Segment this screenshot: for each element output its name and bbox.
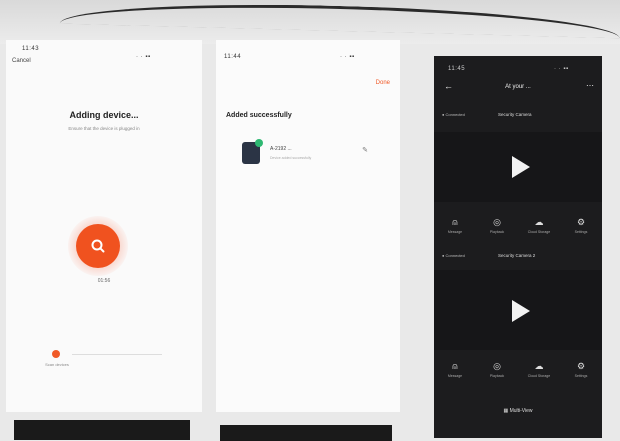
tool-label: Playback <box>489 230 505 234</box>
bottom-bezel <box>14 420 190 440</box>
tool-cloud[interactable]: ☁ Cloud Storage <box>524 216 554 246</box>
edit-icon[interactable]: ✎ <box>362 146 368 154</box>
device-card[interactable]: A-2192 ... Device added successfully ✎ <box>242 139 372 168</box>
status-icons: · · ▪▪ <box>136 54 151 60</box>
progress-track <box>72 354 162 355</box>
camera-status: ● Connected <box>442 112 465 117</box>
step-indicator <box>52 350 60 358</box>
status-icons: · · ▪▪ <box>554 66 569 72</box>
camera-toolbar: ⍝ Message ◎ Playback ☁ Cloud Storage ⚙ Setti… <box>434 360 602 390</box>
step-label: Scan devices <box>45 362 69 367</box>
tool-playback[interactable]: ◎ Playback <box>482 216 512 246</box>
tool-label: Message <box>447 374 463 378</box>
timer: 01:56 <box>97 278 111 284</box>
check-icon <box>255 139 263 147</box>
status-time: 11:43 <box>22 46 40 52</box>
tool-label: Cloud Storage <box>527 374 551 378</box>
cancel-button[interactable]: Cancel <box>12 58 31 64</box>
status-icons: · · ▪▪ <box>340 54 355 60</box>
status-time: 11:44 <box>224 54 242 60</box>
play-icon[interactable] <box>512 156 530 178</box>
tool-settings[interactable]: ⚙ Settings <box>566 216 596 246</box>
camera-feed[interactable] <box>434 132 602 202</box>
tool-label: Settings <box>574 374 588 378</box>
tool-label: Cloud Storage <box>527 230 551 234</box>
gear-icon: ⚙ <box>576 361 586 371</box>
camera-feed[interactable] <box>434 270 602 350</box>
camera-status: ● Connected <box>442 253 465 258</box>
camera-toolbar: ⍝ Message ◎ Playback ☁ Cloud Storage ⚙ Setti… <box>434 216 602 246</box>
bell-icon: ⍝ <box>452 217 458 227</box>
camera-name: Security Camera 2 <box>498 253 536 258</box>
camera-name: Security Camera <box>498 112 532 117</box>
tool-label: Message <box>447 230 463 234</box>
tool-label: Settings <box>574 230 588 234</box>
multi-view-label: Multi-View <box>509 408 533 414</box>
tool-cloud[interactable]: ☁ Cloud Storage <box>524 360 554 390</box>
playback-icon: ◎ <box>493 361 501 371</box>
cloud-icon: ☁ <box>534 217 544 227</box>
play-icon[interactable] <box>512 300 530 322</box>
bottom-bezel <box>220 425 392 441</box>
status-time: 11:45 <box>448 66 466 72</box>
camera-list-screen: 11:45 · · ▪▪ ← At your ... ⋯ ● Connected… <box>434 56 602 438</box>
multi-view-button[interactable]: ▦ Multi-View <box>434 408 602 414</box>
search-icon <box>91 239 105 253</box>
more-icon[interactable]: ⋯ <box>586 81 594 90</box>
page-title: Adding device... <box>69 110 139 120</box>
grid-icon: ▦ <box>503 408 509 414</box>
cloud-icon: ☁ <box>534 361 544 371</box>
bell-icon: ⍝ <box>452 361 458 371</box>
done-button[interactable]: Done <box>376 80 390 86</box>
tool-message[interactable]: ⍝ Message <box>440 360 470 390</box>
tool-playback[interactable]: ◎ Playback <box>482 360 512 390</box>
playback-icon: ◎ <box>493 217 501 227</box>
page-title: At your ... <box>505 84 531 90</box>
device-name: A-2192 ... <box>270 146 292 152</box>
tool-label: Playback <box>489 374 505 378</box>
adding-device-screen: 11:43 · · ▪▪ Cancel Adding device... Ens… <box>6 40 202 412</box>
gear-icon: ⚙ <box>576 217 586 227</box>
page-subtitle: Ensure that the device is plugged in <box>68 126 140 131</box>
added-success-screen: 11:44 · · ▪▪ Done Added successfully A-2… <box>216 40 400 412</box>
device-status: Device added successfully <box>270 156 312 160</box>
page-title: Added successfully <box>226 112 292 119</box>
tool-message[interactable]: ⍝ Message <box>440 216 470 246</box>
search-button[interactable] <box>76 224 120 268</box>
tool-settings[interactable]: ⚙ Settings <box>566 360 596 390</box>
